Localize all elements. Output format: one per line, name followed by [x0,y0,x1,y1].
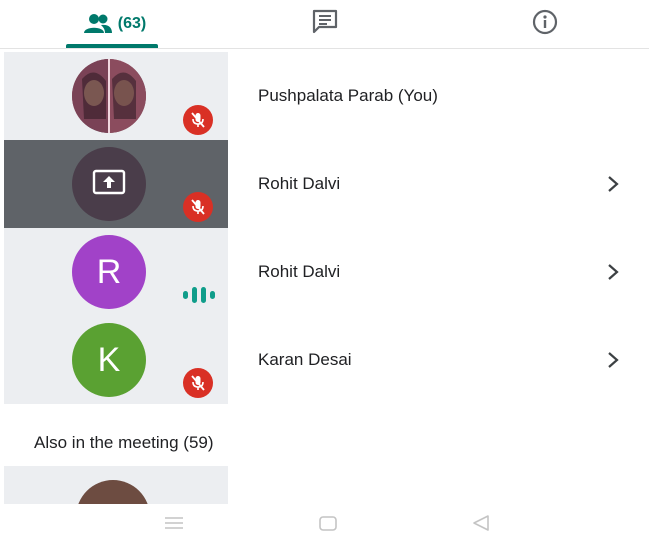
participant-tile[interactable] [4,466,228,504]
chat-icon [311,9,339,40]
present-screen-icon [92,165,126,204]
avatar [76,480,150,504]
avatar-initial: K [97,340,121,379]
mic-off-icon [183,368,213,398]
chevron-right-icon[interactable] [603,174,623,194]
chevron-right-icon[interactable] [603,262,623,282]
chevron-right-icon[interactable] [603,350,623,370]
menu-icon[interactable] [163,514,185,532]
mic-off-icon [183,105,213,135]
participant-name: Rohit Dalvi [258,262,341,281]
speaking-indicator-icon [181,287,215,303]
avatar-initial: R [96,252,122,291]
avatar: R [72,235,146,309]
active-tab-indicator [66,44,158,48]
people-icon [83,13,112,35]
also-in-meeting-heading: Also in the meeting (59) [34,433,214,452]
participant-row[interactable]: R Rohit Dalvi [0,228,649,316]
system-nav-bar [0,506,649,541]
home-icon[interactable] [317,514,339,532]
tab-chat[interactable] [250,0,400,48]
avatar [72,59,146,133]
tab-bar: (63) [0,0,649,49]
avatar [72,147,146,221]
tab-people[interactable]: (63) [40,0,190,48]
back-icon[interactable] [470,514,492,532]
avatar: K [72,323,146,397]
participant-row[interactable]: Rohit Dalvi [0,140,649,228]
participant-row[interactable]: K Karan Desai [0,316,649,404]
mic-off-icon [183,192,213,222]
participant-name: Karan Desai [258,350,352,369]
info-icon [532,9,558,40]
tab-info[interactable] [470,0,620,48]
participant-row[interactable]: Pushpalata Parab (You) [0,52,649,140]
participant-name: Pushpalata Parab (You) [258,86,438,105]
participant-name: Rohit Dalvi [258,174,341,193]
participant-count: (63) [117,15,147,32]
